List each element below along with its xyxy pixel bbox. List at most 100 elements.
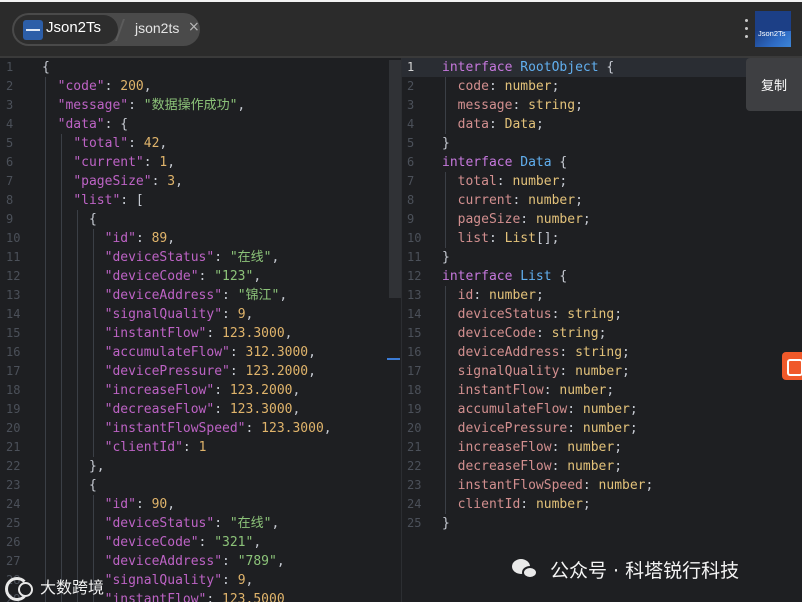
code-token: "list"	[73, 193, 121, 208]
code-token: "increaseFlow"	[104, 383, 215, 398]
line-number: 22	[407, 459, 422, 473]
indent-guide	[93, 229, 94, 457]
code-token: :	[496, 174, 513, 189]
code-token: {	[42, 212, 97, 227]
line-number: 25	[6, 516, 21, 530]
indent-guide	[445, 172, 446, 248]
code-token: ,	[175, 174, 183, 189]
code-token: Data	[520, 155, 552, 170]
line-number: 2	[407, 79, 415, 93]
code-token: :	[559, 345, 576, 360]
title-bar: Json2Ts json2ts × Json2Ts	[0, 0, 802, 58]
ts-line: 20 devicePressure: number;	[402, 419, 802, 438]
kebab-menu-icon[interactable]	[741, 17, 751, 41]
json-line-content: {	[42, 210, 97, 229]
code-token: clientId	[457, 497, 521, 512]
ts-line: 15 deviceCode: string;	[402, 324, 802, 343]
code-token: number	[528, 193, 576, 208]
tab-json2ts[interactable]: json2ts	[135, 20, 179, 36]
code-token: "deviceAddress"	[104, 554, 223, 569]
line-number: 20	[6, 421, 21, 435]
ts-line: 17 signalQuality: number;	[402, 362, 802, 381]
ts-line-content: deviceStatus: string;	[442, 305, 622, 324]
code-token: }	[442, 136, 450, 151]
code-token: 123.5000	[222, 592, 285, 602]
side-extension-icon[interactable]	[782, 352, 802, 380]
line-number: 6	[6, 155, 14, 169]
code-token: :	[222, 307, 238, 322]
code-token: 89	[151, 231, 168, 246]
json-line: 1{	[0, 58, 402, 77]
ts-line: 6 interface Data {	[402, 153, 802, 172]
code-token: "deviceAddress"	[104, 288, 223, 303]
code-token: "321"	[214, 535, 254, 550]
close-tab-icon[interactable]: ×	[188, 19, 200, 35]
line-number: 12	[6, 269, 21, 283]
code-token: ;	[614, 440, 623, 455]
brand-logo-icon	[4, 574, 34, 601]
ts-line-content: total: number;	[442, 172, 568, 191]
code-token: 42	[143, 136, 160, 151]
code-token: string	[575, 345, 623, 360]
code-token: "instantFlowSpeed"	[104, 421, 246, 436]
json-input-editor[interactable]: 1{2 "code": 200, 3 "message": "数据操作成功", 4 …	[0, 58, 402, 602]
line-number: 7	[6, 174, 14, 188]
menu-dot	[745, 27, 748, 30]
code-token: :	[222, 288, 238, 303]
code-token: {	[551, 155, 568, 170]
code-token: :	[214, 383, 230, 398]
code-token: :	[151, 174, 168, 189]
code-token: 200	[120, 79, 144, 94]
ts-line: 18 instantFlow: number;	[402, 381, 802, 400]
line-number: 11	[407, 250, 422, 264]
app-tab[interactable]: Json2Ts	[14, 15, 118, 44]
code-token: "code"	[57, 79, 105, 94]
code-token: :	[488, 79, 505, 94]
code-token: "789"	[237, 554, 277, 569]
code-token: "在线"	[229, 516, 272, 531]
code-token: "decreaseFlow"	[104, 402, 215, 417]
code-token: :	[206, 592, 223, 602]
line-number: 18	[407, 383, 422, 397]
code-token: "message"	[57, 98, 129, 113]
copy-button[interactable]: 复制	[746, 58, 802, 111]
ts-output-editor[interactable]: 1 interface RootObject {2 code: number; 3 …	[402, 58, 802, 602]
code-token: :	[222, 573, 238, 588]
code-token: "clientId"	[104, 440, 183, 455]
code-token: :	[551, 440, 568, 455]
code-token: {	[42, 478, 97, 493]
code-token: ,	[159, 136, 168, 151]
code-token: :	[512, 193, 529, 208]
app-logo: Json2Ts	[755, 11, 791, 47]
ts-line-content: interface List {	[442, 267, 567, 286]
line-number: 17	[6, 364, 21, 378]
menu-dot	[745, 35, 748, 38]
ts-line: 23 instantFlowSpeed: number;	[402, 476, 802, 495]
ts-line: 2 code: number;	[402, 77, 802, 96]
indent-guide	[77, 210, 78, 602]
code-token: "锦江"	[237, 288, 280, 303]
code-token: :	[245, 421, 262, 436]
code-token: :	[135, 231, 152, 246]
json-line-content: {	[42, 58, 50, 77]
json-line-content: "deviceAddress": "789",	[42, 552, 285, 571]
json-line: 3 "message": "数据操作成功",	[0, 96, 402, 115]
code-token: 9	[237, 573, 246, 588]
line-number: 23	[6, 478, 21, 492]
code-token: : [	[120, 193, 144, 208]
code-token: ;	[551, 79, 560, 94]
code-token: number	[559, 383, 607, 398]
json-line-content: "clientId": 1	[42, 438, 207, 457]
app-title: Json2Ts	[46, 19, 102, 36]
line-number: 15	[6, 326, 21, 340]
code-token: ,	[292, 383, 301, 398]
line-number: 21	[6, 440, 21, 454]
code-token: 9	[237, 307, 246, 322]
line-number: 9	[6, 212, 14, 226]
ts-line: 1 interface RootObject {	[402, 58, 802, 77]
ts-line: 21 increaseFlow: number;	[402, 438, 802, 457]
